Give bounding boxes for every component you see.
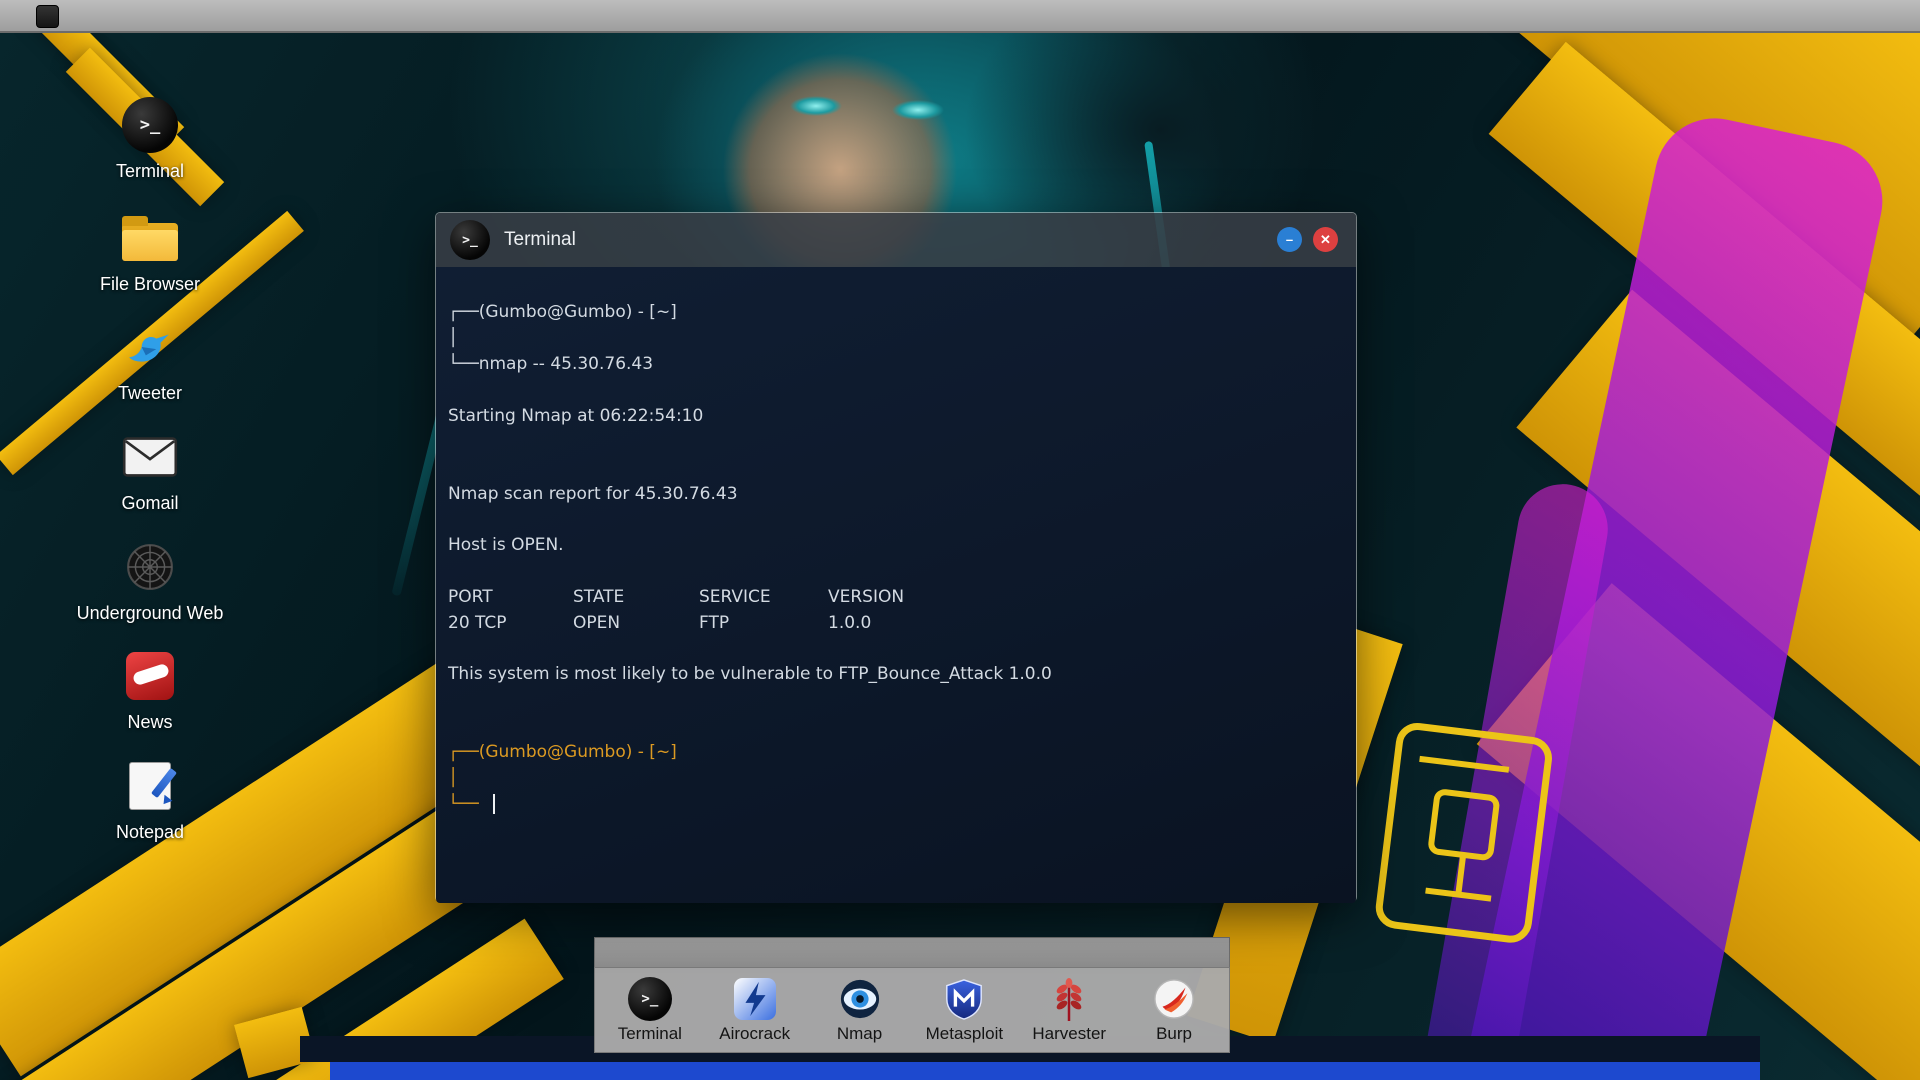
dock-item-burp[interactable]: Burp bbox=[1124, 977, 1224, 1044]
terminal-titlebar[interactable]: >_ Terminal – ✕ bbox=[436, 213, 1356, 267]
desktop-icon-tweeter[interactable]: Tweeter bbox=[70, 315, 230, 404]
dock-item-label: Metasploit bbox=[925, 1023, 1004, 1043]
prompt-command: └──nmap -- 45.30.76.43 bbox=[448, 354, 654, 374]
bird-icon bbox=[129, 334, 169, 362]
desktop: >_ Terminal File Browser Tweeter Gomail … bbox=[0, 0, 1920, 1080]
terminal-window: >_ Terminal – ✕ ┌──(Gumbo@Gumbo) - [~] │… bbox=[435, 212, 1357, 903]
dock-item-label: Burp bbox=[1156, 1023, 1193, 1043]
scan-table-header: PORT STATE SERVICE VERSION bbox=[448, 587, 905, 607]
desktop-icon-column: >_ Terminal File Browser Tweeter Gomail … bbox=[70, 33, 230, 1033]
terminal-output-line: Host is OPEN. bbox=[448, 535, 564, 555]
scan-table-row: 20 TCP OPEN FTP 1.0.0 bbox=[448, 613, 872, 633]
terminal-output-line: Starting Nmap at 06:22:54:10 bbox=[448, 406, 704, 426]
desktop-icon-label: File Browser bbox=[99, 274, 201, 294]
window-title: Terminal bbox=[504, 229, 576, 250]
eye-icon bbox=[840, 979, 879, 1018]
dock-item-harvester[interactable]: Harvester bbox=[1019, 977, 1119, 1044]
terminal-cursor bbox=[492, 794, 495, 814]
vulnerability-line: This system is most likely to be vulnera… bbox=[448, 664, 1052, 684]
prompt-line: │ bbox=[448, 328, 459, 348]
prompt-line: │ bbox=[448, 768, 459, 788]
desktop-icon-news[interactable]: News bbox=[70, 644, 230, 733]
terminal-icon: >_ bbox=[122, 97, 178, 153]
dock-item-label: Nmap bbox=[836, 1023, 883, 1043]
desktop-icon-label: Gomail bbox=[121, 493, 179, 513]
dock-item-nmap[interactable]: Nmap bbox=[810, 977, 910, 1044]
desktop-icon-file-browser[interactable]: File Browser bbox=[70, 206, 230, 295]
prompt-line: ┌──(Gumbo@Gumbo) - [~] bbox=[448, 302, 677, 322]
desktop-icon-underground-web[interactable]: Underground Web bbox=[70, 535, 230, 624]
terminal-output-area[interactable]: ┌──(Gumbo@Gumbo) - [~] │ └──nmap -- 45.3… bbox=[436, 267, 1356, 903]
wallpaper-blue-band bbox=[330, 1062, 1760, 1080]
folder-icon bbox=[122, 216, 178, 261]
dock: >_ Terminal Airocrack Nmap Metasploit Ha… bbox=[594, 937, 1230, 1053]
envelope-icon bbox=[122, 437, 178, 477]
dock-item-airocrack[interactable]: Airocrack bbox=[705, 977, 805, 1044]
flame-icon bbox=[1154, 978, 1194, 1019]
prompt-line: ┌──(Gumbo@Gumbo) - [~] bbox=[448, 742, 677, 762]
lightning-icon bbox=[733, 977, 776, 1020]
wallpaper-cube-outline bbox=[1375, 722, 1552, 943]
notepad-icon bbox=[129, 762, 178, 810]
dock-item-label: Airocrack bbox=[719, 1023, 791, 1043]
dock-main: >_ Terminal Airocrack Nmap Metasploit Ha… bbox=[594, 967, 1230, 1053]
desktop-icon-gomail[interactable]: Gomail bbox=[70, 425, 230, 514]
close-button[interactable]: ✕ bbox=[1313, 227, 1338, 252]
top-bar bbox=[0, 0, 1920, 33]
dock-handle[interactable] bbox=[594, 937, 1230, 967]
minimize-button[interactable]: – bbox=[1277, 227, 1302, 252]
desktop-icon-label: Terminal bbox=[115, 161, 185, 181]
terminal-output-line: Nmap scan report for 45.30.76.43 bbox=[448, 484, 738, 504]
desktop-icon-label: News bbox=[127, 712, 173, 732]
dock-item-metasploit[interactable]: Metasploit bbox=[914, 977, 1014, 1044]
system-menu-icon[interactable] bbox=[36, 5, 59, 28]
prompt-line: └── bbox=[448, 791, 1336, 817]
desktop-icon-notepad[interactable]: Notepad bbox=[70, 754, 230, 843]
news-icon bbox=[126, 652, 174, 700]
dock-item-terminal[interactable]: >_ Terminal bbox=[600, 976, 700, 1044]
dock-item-label: Terminal bbox=[617, 1023, 682, 1043]
wallpaper-eye-right bbox=[892, 100, 944, 120]
shield-icon bbox=[946, 978, 983, 1020]
wheat-icon bbox=[1056, 977, 1082, 1021]
desktop-icon-label: Tweeter bbox=[117, 383, 183, 403]
spiderweb-icon bbox=[127, 544, 173, 590]
wallpaper-eye-left bbox=[790, 96, 842, 116]
terminal-icon: >_ bbox=[450, 220, 490, 260]
dock-item-label: Harvester bbox=[1032, 1023, 1107, 1043]
desktop-icon-label: Notepad bbox=[115, 822, 185, 842]
desktop-icon-label: Underground Web bbox=[76, 603, 224, 623]
desktop-icon-terminal[interactable]: >_ Terminal bbox=[70, 93, 230, 182]
terminal-icon: >_ bbox=[627, 976, 672, 1021]
